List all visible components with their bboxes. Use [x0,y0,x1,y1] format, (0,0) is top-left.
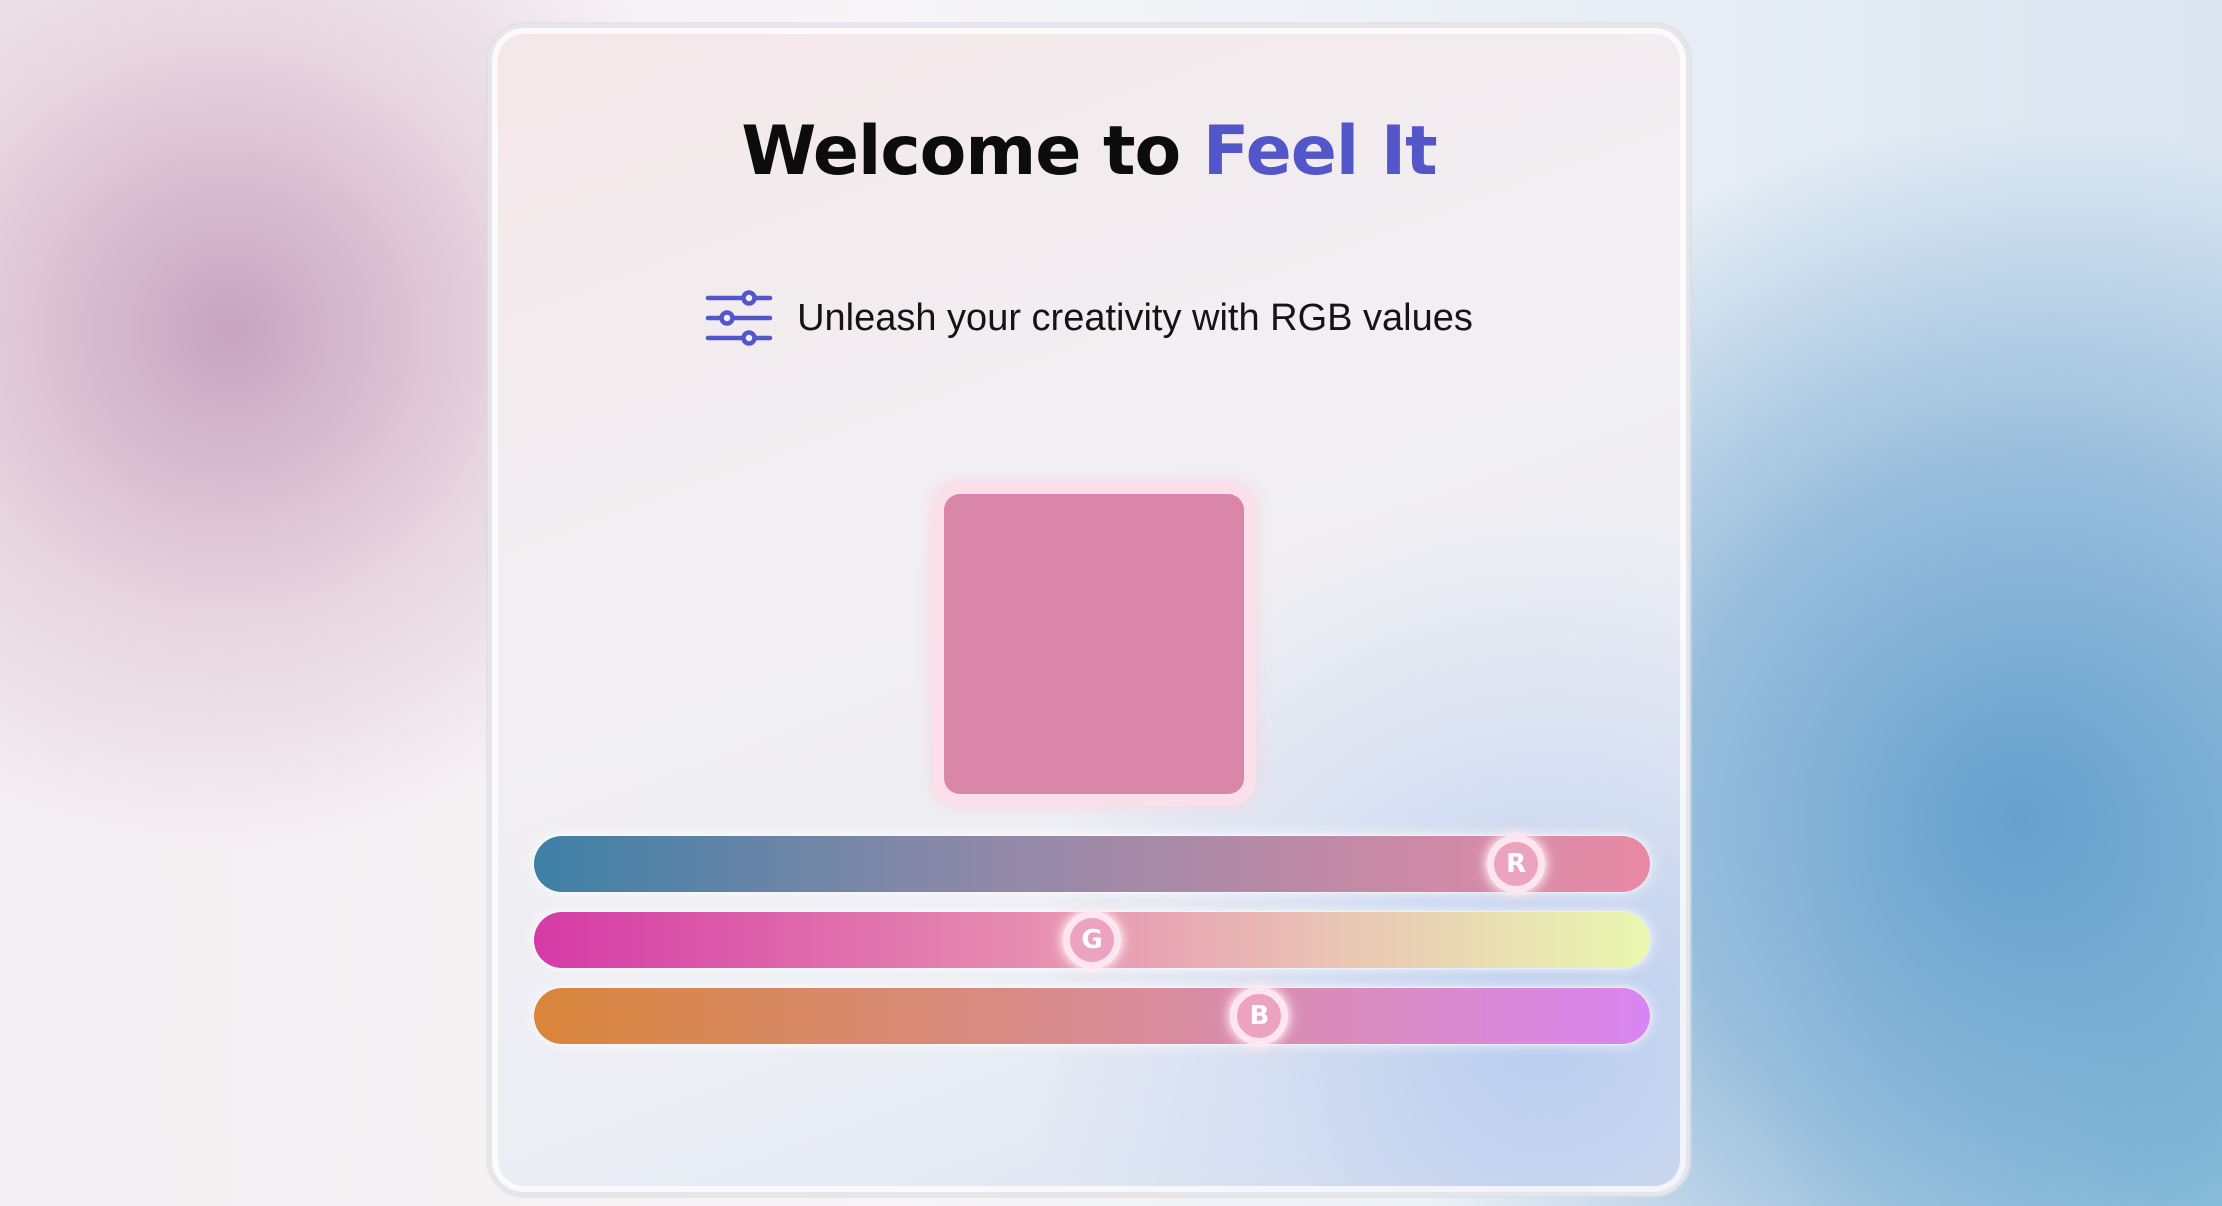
tagline: Unleash your creativity with RGB values [492,290,1686,346]
green-slider-track[interactable]: G [534,911,1650,969]
color-preview-swatch [944,494,1244,794]
blue-slider-track[interactable]: B [534,987,1650,1045]
green-slider-thumb[interactable]: G [1063,911,1121,969]
blue-slider-thumb[interactable]: B [1230,987,1289,1045]
red-slider-thumb[interactable]: R [1487,835,1546,893]
title-prefix: Welcome to [741,112,1203,191]
sliders-icon [705,290,773,346]
main-card: Welcome to Feel It Unleash your creativi… [488,24,1690,1196]
color-preview-frame [932,482,1256,806]
tagline-text: Unleash your creativity with RGB values [797,296,1473,339]
page-title: Welcome to Feel It [492,112,1686,191]
red-slider-track[interactable]: R [534,835,1650,893]
brand-name: Feel It [1202,112,1438,191]
